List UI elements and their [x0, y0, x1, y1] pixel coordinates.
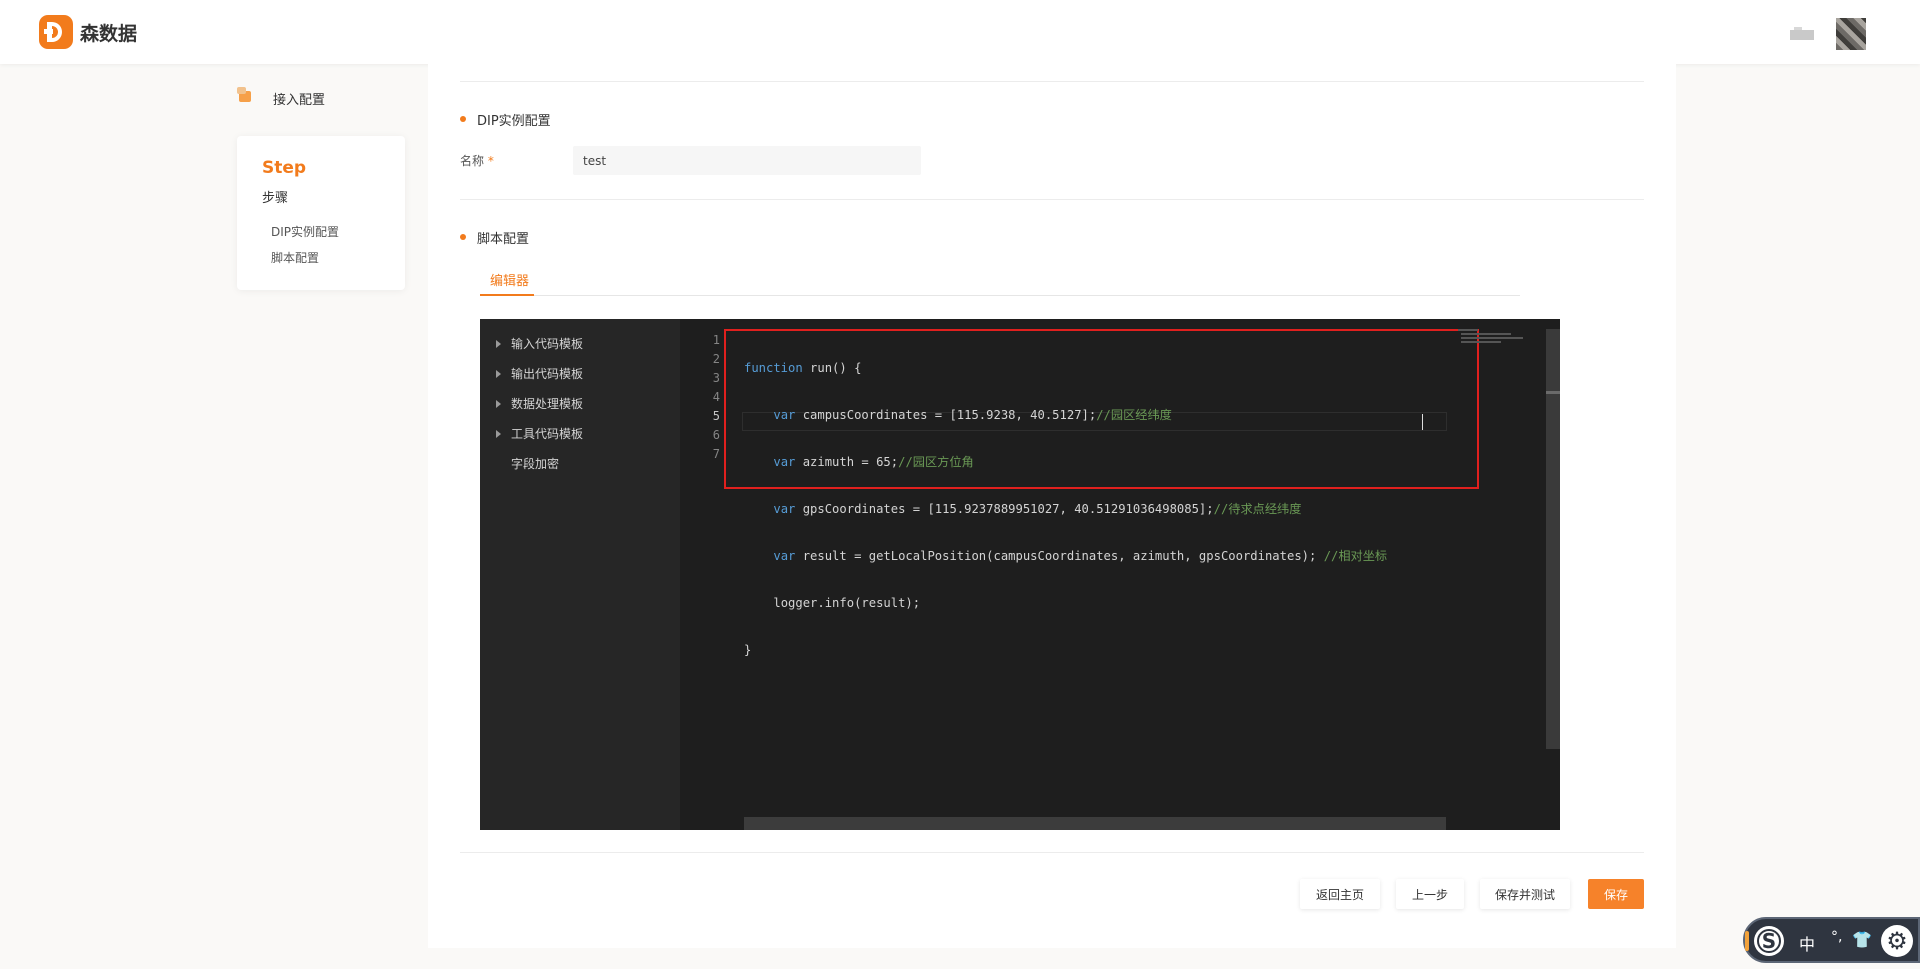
scroll-position-marker: [1546, 391, 1560, 394]
tree-item-output-template[interactable]: 输出代码模板: [496, 365, 583, 382]
divider: [460, 199, 1644, 200]
code-minimap[interactable]: [1458, 329, 1524, 343]
brand-logo-icon[interactable]: [39, 15, 73, 49]
tree-item-input-template[interactable]: 输入代码模板: [496, 335, 583, 352]
name-input[interactable]: [573, 146, 921, 175]
code-editor[interactable]: 输入代码模板 输出代码模板 数据处理模板 工具代码模板 字段加密 1 2 3 4…: [480, 319, 1560, 830]
main-panel: DIP实例配置 名称 * 脚本配置 编辑器 输入代码模板 输出代码模板 数据处理…: [428, 64, 1676, 948]
code-line: }: [744, 643, 752, 657]
divider: [460, 852, 1644, 853]
step-title: Step: [262, 158, 307, 178]
ime-accent: [1745, 931, 1749, 951]
section-bullet: [460, 234, 466, 240]
previous-step-button[interactable]: 上一步: [1396, 879, 1464, 909]
annotation-highlight-box: [724, 329, 1479, 489]
caret-right-icon: [496, 430, 501, 438]
access-config-icon: [237, 87, 253, 103]
tree-item-tool-template[interactable]: 工具代码模板: [496, 425, 583, 442]
ime-skin-icon[interactable]: 👕: [1852, 930, 1872, 949]
access-config-label[interactable]: 接入配置: [273, 89, 325, 108]
code-line: var result = getLocalPosition(campusCoor…: [773, 549, 1388, 563]
code-line: logger.info(result);: [773, 596, 921, 610]
tab-active-indicator: [480, 294, 534, 296]
caret-right-icon: [496, 400, 501, 408]
step-navigator: Step 步骤 DIP实例配置 脚本配置: [237, 136, 405, 290]
ime-punctuation-icon[interactable]: °,: [1831, 929, 1842, 945]
step-subtitle: 步骤: [262, 191, 289, 206]
code-line: var gpsCoordinates = [115.9237889951027,…: [773, 502, 1302, 516]
save-button[interactable]: 保存: [1588, 879, 1644, 909]
top-header: 森数据: [0, 0, 1920, 64]
ime-logo-icon[interactable]: S: [1754, 926, 1784, 956]
ime-toolbar[interactable]: S 中 °, 👕 ⚙: [1743, 917, 1920, 963]
back-home-button[interactable]: 返回主页: [1300, 879, 1380, 909]
step-item-dip-config[interactable]: DIP实例配置: [271, 223, 339, 240]
ime-language-toggle[interactable]: 中: [1799, 931, 1815, 955]
divider: [460, 81, 1644, 82]
section-bullet: [460, 116, 466, 122]
tree-item-data-processing-template[interactable]: 数据处理模板: [496, 395, 583, 412]
caret-right-icon: [496, 340, 501, 348]
section-title-script: 脚本配置: [477, 232, 530, 247]
brand-name: 森数据: [80, 23, 138, 45]
step-item-script-config[interactable]: 脚本配置: [271, 249, 319, 266]
horizontal-scrollbar[interactable]: [744, 817, 1446, 830]
ime-settings-gear-icon[interactable]: ⚙: [1881, 925, 1913, 957]
section-title-dip: DIP实例配置: [477, 114, 551, 129]
notification-icon[interactable]: [1790, 27, 1814, 40]
template-tree: 输入代码模板 输出代码模板 数据处理模板 工具代码模板 字段加密: [480, 319, 680, 830]
required-mark: *: [487, 154, 494, 168]
user-avatar[interactable]: [1836, 18, 1866, 50]
save-and-test-button[interactable]: 保存并测试: [1480, 879, 1570, 909]
tree-item-field-encryption[interactable]: 字段加密: [511, 455, 559, 472]
caret-right-icon: [496, 370, 501, 378]
name-field-label: 名称 *: [460, 154, 494, 168]
tab-bar-underline: [480, 295, 1520, 296]
tab-editor[interactable]: 编辑器: [490, 270, 529, 289]
line-number-gutter: 1 2 3 4 5 6 7: [712, 333, 720, 461]
